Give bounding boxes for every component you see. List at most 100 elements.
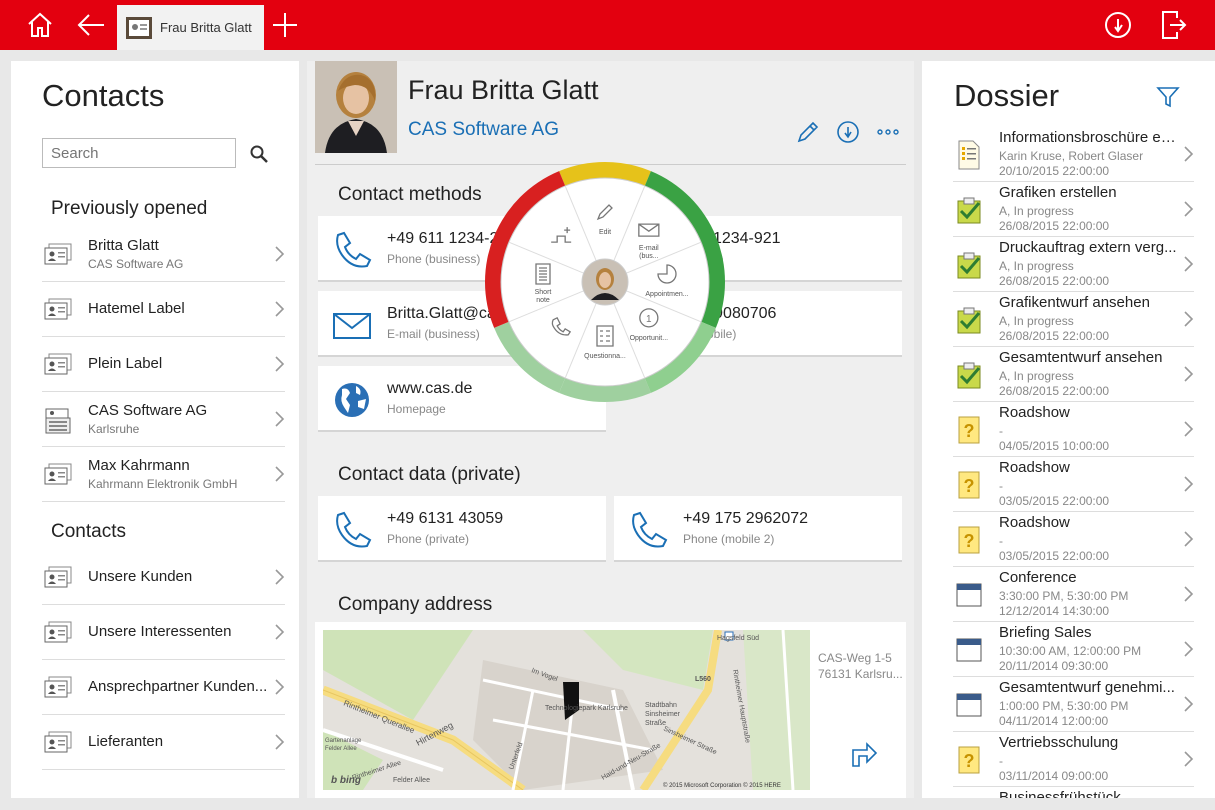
contacts-title: Contacts [42,78,165,113]
dossier-item[interactable]: Informationsbroschüre er... Karin Kruse, … [953,127,1194,182]
contact-method-label: Phone (business) [387,252,481,266]
radial-button[interactable] [835,119,861,145]
dossier-item-subtitle: A, In progress [999,314,1074,328]
filter-button[interactable] [1156,85,1180,109]
map-label: Felder Allee [393,777,430,784]
directions-button[interactable] [845,734,879,768]
contact-card-icon [44,462,72,486]
contact-card-icon [44,297,72,321]
contact-group-item[interactable]: Lieferanten [42,715,285,770]
map-label: L560 [695,676,711,683]
dossier-item-title: Roadshow [999,459,1070,476]
add-tab-button[interactable] [260,0,310,50]
contact-name: Frau Britta Glatt [408,75,599,105]
dossier-item-subtitle: 10:30:00 AM, 12:00:00 PM [999,644,1142,658]
contact-card-icon [44,352,72,376]
dossier-item[interactable]: ? Roadshow -04/05/2015 10:00:00 [953,402,1194,457]
recent-item[interactable]: Britta Glatt CAS Software AG [42,227,285,282]
recent-item-title: CAS Software AG [88,402,208,419]
calendar-icon [955,580,983,610]
dossier-item[interactable]: Conference 3:30:00 PM, 5:30:00 PM 12/12/20… [953,567,1194,622]
dossier-item[interactable]: Gesamtentwurf genehmi... 1:00:00 PM, 5:30… [953,677,1194,732]
question-icon: ? [955,415,983,445]
dossier-item[interactable]: Druckauftrag extern verg... A, In progres… [953,237,1194,292]
contact-group-title: Lieferanten [88,733,164,750]
contact-method-value: +49 611 1234-2 [387,230,499,247]
map-label: Sinsheimer [645,711,681,718]
dossier-item[interactable]: ?Businessfrühstück [953,787,1194,798]
chevron-right-icon [1182,585,1194,603]
map[interactable]: Hagsfeld Süd L560 Im Vogel Technologiepa… [323,630,810,790]
dossier-item[interactable]: ? Roadshow -03/05/2015 22:00:00 [953,457,1194,512]
contact-group-item[interactable]: Unsere Kunden [42,550,285,605]
dossier-item-title: Businessfrühstück [999,789,1121,798]
chevron-right-icon [273,245,285,263]
address-line1: CAS-Weg 1-5 [818,651,892,665]
dossier-item-subtitle: Karin Kruse, Robert Glaser [999,149,1144,163]
chevron-right-icon [1182,640,1194,658]
chevron-right-icon [273,568,285,586]
radial-item-label: Opportunit... [630,335,669,342]
contact-methods-heading: Contact methods [338,184,482,205]
contact-method-value: Britta.Glatt@ca [387,305,496,322]
radial-item-label: E-mail [639,245,659,252]
back-button[interactable] [66,0,116,50]
contact-card-icon [44,620,72,644]
dossier-item-subtitle: - [999,479,1003,493]
chevron-right-icon [273,355,285,373]
logout-button[interactable] [1148,0,1198,50]
chevron-right-icon [273,623,285,641]
back-arrow-icon [77,14,104,36]
map-copyright: © 2015 Microsoft Corporation © 2015 HERE [663,782,781,789]
directions-icon [852,742,878,767]
home-button[interactable] [15,0,65,50]
tab-contact[interactable]: Frau Britta Glatt [117,5,264,50]
dossier-item-subtitle: - [999,534,1003,548]
recent-item[interactable]: Max Kahrmann Kahrmann Elektronik GmbH [42,447,285,502]
contact-method-card[interactable]: +49 175 2962072 Phone (mobile 2) [614,496,902,562]
dossier-item[interactable]: Grafiken erstellen A, In progress 26/08/20… [953,182,1194,237]
contact-card-icon [44,730,72,754]
recent-item[interactable]: Hatemel Label [42,282,285,337]
edit-button[interactable] [795,119,821,145]
radial-center-avatar[interactable] [581,258,629,306]
dossier-item[interactable]: ? Roadshow -03/05/2015 22:00:00 [953,512,1194,567]
dossier-title: Dossier [954,78,1060,113]
dossier-item-date: 03/05/2015 22:00:00 [999,494,1110,508]
contact-group-item[interactable]: Ansprechpartner Kunden... [42,660,285,715]
more-button[interactable] [875,119,901,145]
radial-menu-button[interactable] [1093,0,1143,50]
dossier-item-date: 26/08/2015 22:00:00 [999,384,1110,398]
svg-text:?: ? [964,421,975,441]
dossier-item-date: 20/10/2015 22:00:00 [999,164,1110,178]
dossier-item-subtitle: 3:30:00 PM, 5:30:00 PM [999,589,1129,603]
task-icon [955,360,983,390]
search-button[interactable] [248,143,270,165]
contact-method-value: +49 6131 43059 [387,510,504,527]
dossier-item[interactable]: Grafikentwurf ansehen A, In progress 26/08… [953,292,1194,347]
map-label: Gartenanlage [325,738,362,744]
recent-item[interactable]: CAS Software AG Karlsruhe [42,392,285,447]
recent-item-title: Britta Glatt [88,237,159,254]
contact-method-label: Phone (private) [387,532,470,546]
dossier-item-subtitle: - [999,424,1003,438]
dossier-item-subtitle: 1:00:00 PM, 5:30:00 PM [999,699,1129,713]
dossier-item-subtitle: A, In progress [999,259,1074,273]
touch-circle-icon [837,121,859,143]
chevron-right-icon [273,465,285,483]
company-link[interactable]: CAS Software AG [408,119,559,141]
dossier-item-title: Druckauftrag extern verg... [999,239,1177,256]
contact-method-card[interactable]: +49 6131 43059 Phone (private) [318,496,606,562]
recent-item[interactable]: Plein Label [42,337,285,392]
dossier-item[interactable]: Gesamtentwurf ansehen A, In progress 26/08… [953,347,1194,402]
radial-item-label: Edit [599,229,611,236]
svg-text:?: ? [964,476,975,496]
search-input[interactable] [42,138,236,168]
dossier-item[interactable]: Briefing Sales 10:30:00 AM, 12:00:00 PM 20… [953,622,1194,677]
contact-group-item[interactable]: Unsere Interessenten [42,605,285,660]
dossier-item-date: 04/11/2014 12:00:00 [999,714,1109,728]
dossier-item[interactable]: ? Vertriebsschulung -03/11/2014 09:00:00 [953,732,1194,787]
previously-opened-heading: Previously opened [51,198,208,219]
svg-text:b bing: b bing [331,775,361,786]
contact-card-icon [44,242,72,266]
